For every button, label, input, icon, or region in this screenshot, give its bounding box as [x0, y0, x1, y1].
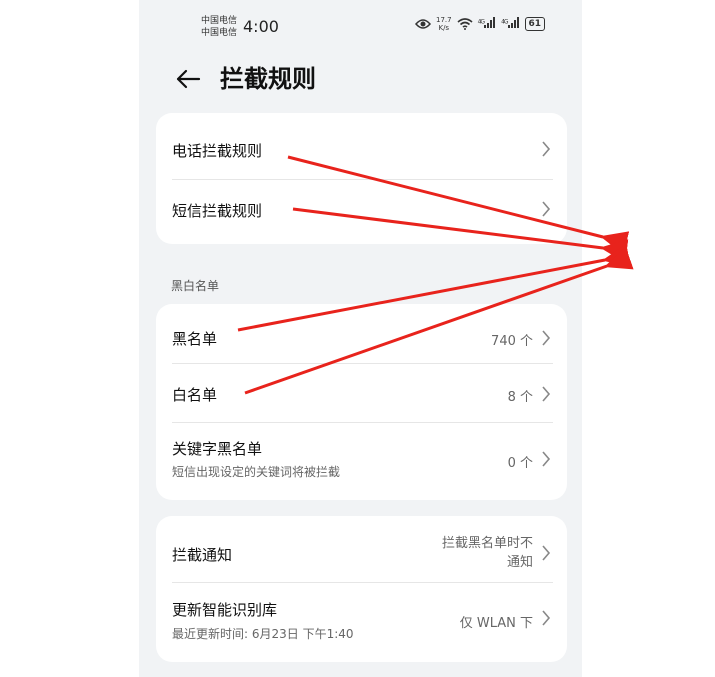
blacklist-count: 740 个: [491, 334, 533, 349]
update-library-value: 仅 WLAN 下: [459, 616, 533, 631]
intercept-notify-item[interactable]: 拦截通知 拦截黑名单时不 通知: [172, 516, 553, 582]
chevron-right-icon: [542, 330, 551, 346]
back-button[interactable]: [171, 62, 205, 96]
clock: 4:00: [243, 17, 279, 36]
back-arrow-icon: [176, 69, 201, 89]
carrier-info: 中国电信 中国电信: [201, 15, 237, 39]
chevron-right-icon: [542, 386, 551, 402]
signal-2: 4G: [501, 17, 519, 31]
notify-value-line2: 通知: [506, 555, 533, 570]
update-library-label: 更新智能识别库: [172, 601, 278, 619]
keyword-blacklist-item[interactable]: 关键字黑名单 短信出现设定的关键词将被拦截 0 个: [172, 423, 553, 500]
whitelist-item[interactable]: 白名单 8 个: [172, 364, 553, 422]
keyword-blacklist-description: 短信出现设定的关键词将被拦截: [172, 465, 341, 479]
sms-rules-label: 短信拦截规则: [172, 202, 263, 220]
keyword-blacklist-label: 关键字黑名单: [172, 440, 263, 458]
call-rules-item[interactable]: 电话拦截规则: [172, 113, 553, 179]
page-title: 拦截规则: [220, 65, 316, 93]
update-library-item[interactable]: 更新智能识别库 最近更新时间: 6月23日 下午1:40 仅 WLAN 下: [172, 583, 553, 662]
signal-1: 4G: [478, 17, 496, 31]
chevron-right-icon: [542, 201, 551, 217]
lists-card: 黑名单 740 个 白名单 8 个 关键字黑名单 短信出现设定的关键词将被拦截 …: [156, 304, 567, 500]
signal-bars-icon: [507, 17, 519, 28]
signal-bars-icon: [484, 17, 496, 28]
phone-screen: 中国电信 中国电信 4:00 17.7 K/s 4G 4G 61 拦截规则 电话…: [139, 0, 582, 677]
whitelist-label: 白名单: [172, 386, 218, 404]
speed-value: 17.7: [436, 16, 452, 24]
rules-card: 电话拦截规则 短信拦截规则: [156, 113, 567, 244]
wifi-icon: [457, 18, 473, 30]
status-bar: 中国电信 中国电信 4:00 17.7 K/s 4G 4G 61: [139, 0, 582, 52]
battery-level: 61: [524, 17, 546, 31]
network-speed: 17.7 K/s: [436, 16, 452, 32]
speed-unit: K/s: [438, 24, 450, 32]
chevron-right-icon: [542, 451, 551, 467]
intercept-notify-label: 拦截通知: [172, 546, 233, 564]
chevron-right-icon: [542, 545, 551, 561]
sms-rules-item[interactable]: 短信拦截规则: [172, 180, 553, 244]
chevron-right-icon: [542, 610, 551, 626]
carrier-2: 中国电信: [201, 28, 238, 38]
call-rules-label: 电话拦截规则: [172, 142, 263, 160]
carrier-1: 中国电信: [201, 16, 238, 26]
blacklist-item[interactable]: 黑名单 740 个: [172, 304, 553, 363]
intercept-notify-value: 拦截黑名单时不 通知: [442, 534, 533, 572]
section-heading-lists: 黑白名单: [171, 279, 220, 293]
blacklist-label: 黑名单: [172, 330, 218, 348]
settings-card: 拦截通知 拦截黑名单时不 通知 更新智能识别库 最近更新时间: 6月23日 下午…: [156, 516, 567, 662]
whitelist-count: 8 个: [507, 390, 533, 405]
notify-value-line1: 拦截黑名单时不: [441, 536, 533, 551]
update-library-timestamp: 最近更新时间: 6月23日 下午1:40: [172, 627, 354, 641]
eye-icon: [415, 19, 431, 29]
status-icons: 17.7 K/s 4G 4G 61: [415, 16, 546, 32]
chevron-right-icon: [542, 141, 551, 157]
keyword-blacklist-count: 0 个: [507, 456, 533, 471]
